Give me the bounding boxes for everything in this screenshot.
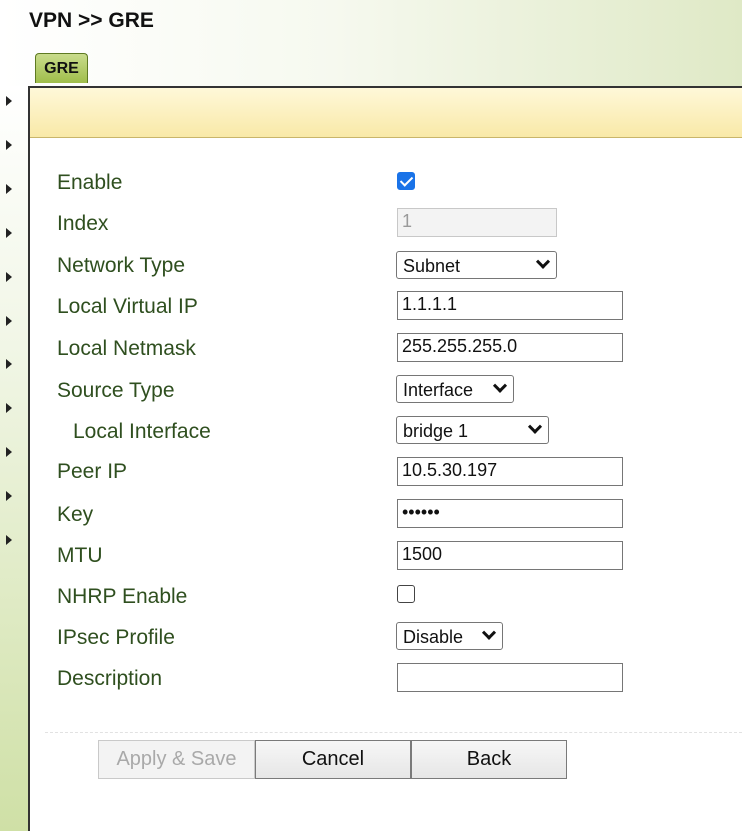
expand-arrow-icon[interactable] <box>6 228 12 238</box>
chevron-down-icon <box>481 625 497 640</box>
local-virtual-ip-input[interactable]: 1.1.1.1 <box>397 291 623 320</box>
apply-save-label: Apply & Save <box>116 748 237 770</box>
expand-arrow-icon[interactable] <box>6 447 12 457</box>
network-type-select[interactable]: Subnet <box>396 251 557 279</box>
source-type-label: Source Type <box>57 379 175 402</box>
peer-ip-label: Peer IP <box>57 460 128 483</box>
mtu-input[interactable]: 1500 <box>397 541 623 570</box>
index-input: 1 <box>397 208 557 237</box>
expand-arrow-icon[interactable] <box>6 359 12 369</box>
local-interface-select[interactable]: bridge 1 <box>396 416 549 444</box>
back-label: Back <box>466 748 512 770</box>
content-panel <box>28 86 742 831</box>
nhrp-enable-checkbox[interactable] <box>397 585 415 603</box>
chevron-down-icon <box>492 378 508 393</box>
nhrp-enable-label: NHRP Enable <box>57 585 188 608</box>
panel-header-bar <box>30 88 742 138</box>
expand-arrow-icon[interactable] <box>6 535 12 545</box>
description-label: Description <box>57 667 163 690</box>
mtu-label: MTU <box>57 544 103 567</box>
key-password-input[interactable]: •••••• <box>397 499 623 528</box>
expand-arrow-icon[interactable] <box>6 96 12 106</box>
expand-arrow-icon[interactable] <box>6 140 12 150</box>
ipsec-profile-select[interactable]: Disable <box>396 622 503 650</box>
chevron-down-icon <box>535 254 551 269</box>
local-virtual-ip-label: Local Virtual IP <box>57 295 198 318</box>
network-type-label: Network Type <box>57 254 185 277</box>
ipsec-profile-label: IPsec Profile <box>57 626 175 649</box>
enable-checkbox[interactable] <box>397 172 415 190</box>
apply-save-button[interactable]: Apply & Save <box>98 740 255 779</box>
network-type-value: Subnet <box>403 255 461 276</box>
expand-arrow-icon[interactable] <box>6 316 12 326</box>
cancel-label: Cancel <box>301 748 365 770</box>
expand-arrow-icon[interactable] <box>6 403 12 413</box>
description-input[interactable] <box>397 663 623 692</box>
cancel-button[interactable]: Cancel <box>255 740 411 779</box>
peer-ip-input[interactable]: 10.5.30.197 <box>397 457 623 486</box>
expand-arrow-icon[interactable] <box>6 184 12 194</box>
ipsec-profile-value: Disable <box>403 626 464 647</box>
local-interface-label: Local Interface <box>73 420 211 443</box>
form-divider <box>45 732 742 733</box>
source-type-value: Interface <box>403 379 474 400</box>
local-interface-value: bridge 1 <box>403 420 469 441</box>
expand-arrow-icon[interactable] <box>6 272 12 282</box>
chevron-down-icon <box>527 419 543 434</box>
enable-label: Enable <box>57 171 123 194</box>
back-button[interactable]: Back <box>411 740 567 779</box>
tab-gre-label: GRE <box>44 59 79 77</box>
key-label: Key <box>57 503 94 526</box>
index-label: Index <box>57 212 109 235</box>
expand-arrow-icon[interactable] <box>6 491 12 501</box>
left-sidebar <box>0 86 28 831</box>
local-netmask-label: Local Netmask <box>57 337 196 360</box>
source-type-select[interactable]: Interface <box>396 375 514 403</box>
breadcrumb: VPN >> GRE <box>29 9 154 32</box>
local-netmask-input[interactable]: 255.255.255.0 <box>397 333 623 362</box>
tab-gre[interactable]: GRE <box>35 53 88 83</box>
